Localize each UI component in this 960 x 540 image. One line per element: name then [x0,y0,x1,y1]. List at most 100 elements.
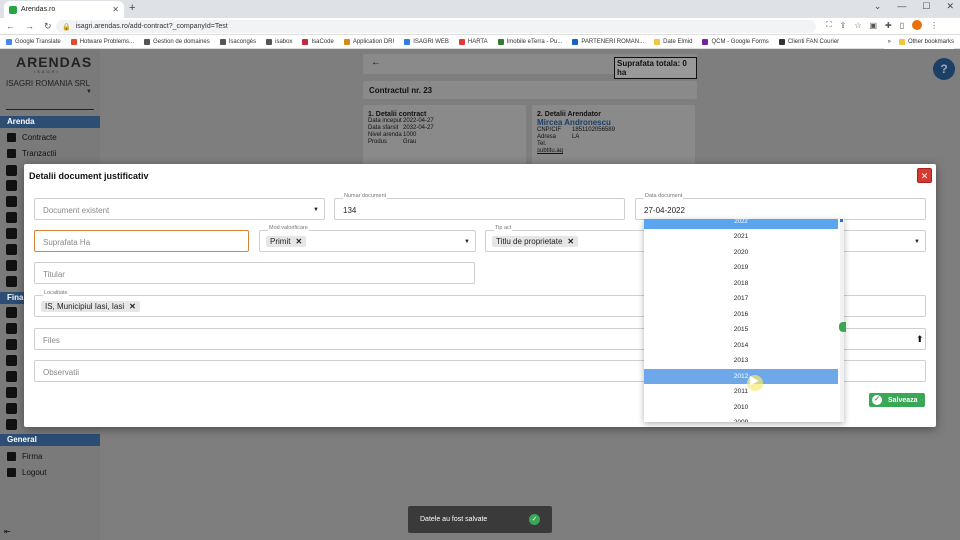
close-tab-icon[interactable]: ✕ [112,5,119,14]
caret-down-icon: ▼ [464,239,470,245]
bookmark-item[interactable]: ISAGRI WEB [404,38,449,45]
valorization-mode-select[interactable]: Mod valorificare Primit ✕ ▼ [259,225,476,252]
card-icon[interactable] [6,260,17,271]
new-tab-icon[interactable]: + [129,2,135,14]
puzzle-icon[interactable]: ✚ [885,21,892,30]
bookmark-item[interactable]: QCM - Google Forms [702,38,769,45]
bookmark-icon [572,38,579,45]
extension-icon[interactable]: ▣ [869,21,877,30]
bookmark-icon [6,38,12,45]
bookmark-item[interactable]: IsaCode [302,38,334,45]
sidebar-item-contracte[interactable]: Contracte [0,129,100,145]
year-option[interactable]: 2021 [644,229,838,245]
users-icon[interactable] [6,165,17,176]
bookmark-item[interactable]: Google Translate [6,38,61,45]
remove-chip-icon[interactable]: ✕ [129,302,136,311]
settings-icon[interactable] [6,419,17,430]
remove-chip-icon[interactable]: ✕ [567,237,574,246]
collapse-sidebar-icon[interactable]: ⇤ [4,527,11,536]
wallet-icon[interactable] [6,323,17,334]
share-icon[interactable]: ⇪ [840,21,847,30]
lessor-name[interactable]: Mircea Andronescu [537,118,690,127]
year-option[interactable]: 2013 [644,353,838,369]
sidebar-item-logout[interactable]: Logout [0,464,100,480]
scrollbar[interactable] [840,219,844,422]
star-icon[interactable]: ☆ [854,21,861,30]
address-bar-row: ← → ↻ 🔒 isagri.arendas.ro/add-contract?_… [0,18,960,35]
translate-icon[interactable]: ⛶ [826,20,832,30]
year-option[interactable]: 2017 [644,291,838,307]
back-arrow-icon[interactable]: ← [371,57,381,68]
area-ha-field[interactable]: Suprafata Ha [34,230,249,252]
year-option[interactable]: 2020 [644,245,838,261]
close-window-icon[interactable]: ✕ [946,1,954,12]
year-option[interactable]: 2011 [644,384,838,400]
year-option-selected[interactable]: 2022 [644,219,838,229]
minimize-icon[interactable]: — [897,1,906,12]
map-icon[interactable] [6,212,17,223]
bookmark-item[interactable]: PARTENERI ROMAN... [572,38,644,45]
year-option[interactable]: 2015 [644,322,838,338]
url-field[interactable]: 🔒 isagri.arendas.ro/add-contract?_compan… [56,20,816,33]
sidebar-item-tranzactii[interactable]: Tranzactii [0,145,100,161]
scrollbar-thumb[interactable] [840,219,843,222]
handshake-icon[interactable] [6,339,17,350]
year-option[interactable]: 2016 [644,307,838,323]
year-picker-dropdown[interactable]: 2022 2021 2020 2019 2018 2017 2016 2015 … [644,219,844,422]
chevron-down-icon[interactable]: ▼ [86,89,92,95]
bookmark-item[interactable]: Date Elmid [654,38,692,45]
contract-details-card: 1. Detalii contract Data inceput 2022-04-… [363,105,526,165]
year-option[interactable]: 2019 [644,260,838,276]
bookmark-item[interactable]: Application DRI [343,38,394,45]
close-button[interactable]: ✕ [917,168,932,183]
invoice-icon[interactable] [6,371,17,382]
sidebar-item-firma[interactable]: Firma [0,448,100,464]
bookmark-icon [219,38,226,45]
layers-icon[interactable] [6,180,17,191]
document-icon[interactable] [6,196,17,207]
year-option-highlighted[interactable]: 2012 [644,368,838,384]
remove-chip-icon[interactable]: ✕ [295,237,302,246]
document-date-field[interactable]: Data document 27-04-2022 [635,193,926,220]
route-icon[interactable] [6,244,17,255]
existing-document-select[interactable]: Document existent ▼ [34,198,325,220]
bookmark-item[interactable]: Gestion de domaines [144,38,210,45]
other-bookmarks[interactable]: Other bookmarks [898,39,954,45]
chevron-down-icon[interactable]: ⌄ [874,1,882,12]
document-number-field[interactable]: Numar document 134 [334,193,625,220]
reload-icon[interactable]: ↻ [44,21,52,32]
bookmark-item[interactable]: HARTA [458,38,488,45]
back-icon[interactable]: ← [6,21,15,32]
year-option[interactable]: 2009 [644,415,838,422]
profile-avatar[interactable] [912,20,923,30]
lessor-link[interactable]: subtitu.aq [537,148,563,155]
sidepanel-icon[interactable]: ▯ [900,21,904,30]
upload-icon[interactable]: ⬆ [916,334,924,345]
cart-icon[interactable] [6,355,17,366]
menu-icon[interactable]: ⋮ [930,21,938,30]
bookmark-item[interactable]: isabox [266,38,292,45]
year-option[interactable]: 2014 [644,338,838,354]
bookmark-item[interactable]: Clienti FAN Courier [778,38,839,45]
year-option[interactable]: 2010 [644,400,838,416]
user-money-icon[interactable] [6,403,17,414]
browser-tab[interactable]: Arendas.ro ✕ [4,1,124,18]
bookmark-icon [144,38,151,45]
more-bookmarks-icon[interactable]: » [888,39,891,45]
year-option[interactable]: 2018 [644,276,838,292]
side-indicator [839,322,846,332]
bookmark-item[interactable]: Imobile eTerra - Pu... [497,38,562,45]
browser-tab-bar: Arendas.ro ✕ + ⌄ — ☐ ✕ [0,0,960,18]
save-button[interactable]: ✓ Salveaza [869,393,925,407]
company-selector[interactable]: ISAGRI ROMANIA SRL [6,79,94,88]
settings-icon[interactable] [6,276,17,287]
help-button[interactable]: ? [933,58,955,80]
receipt-icon[interactable] [6,387,17,398]
bookmark-item[interactable]: Isacongès [219,38,256,45]
maximize-icon[interactable]: ☐ [922,1,930,12]
person-icon[interactable] [6,228,17,239]
holder-field[interactable]: Titular [34,262,475,284]
forward-icon[interactable]: → [25,21,34,32]
bookmark-item[interactable]: Hotware Problems... [70,38,134,45]
ledger-icon[interactable] [6,307,17,318]
